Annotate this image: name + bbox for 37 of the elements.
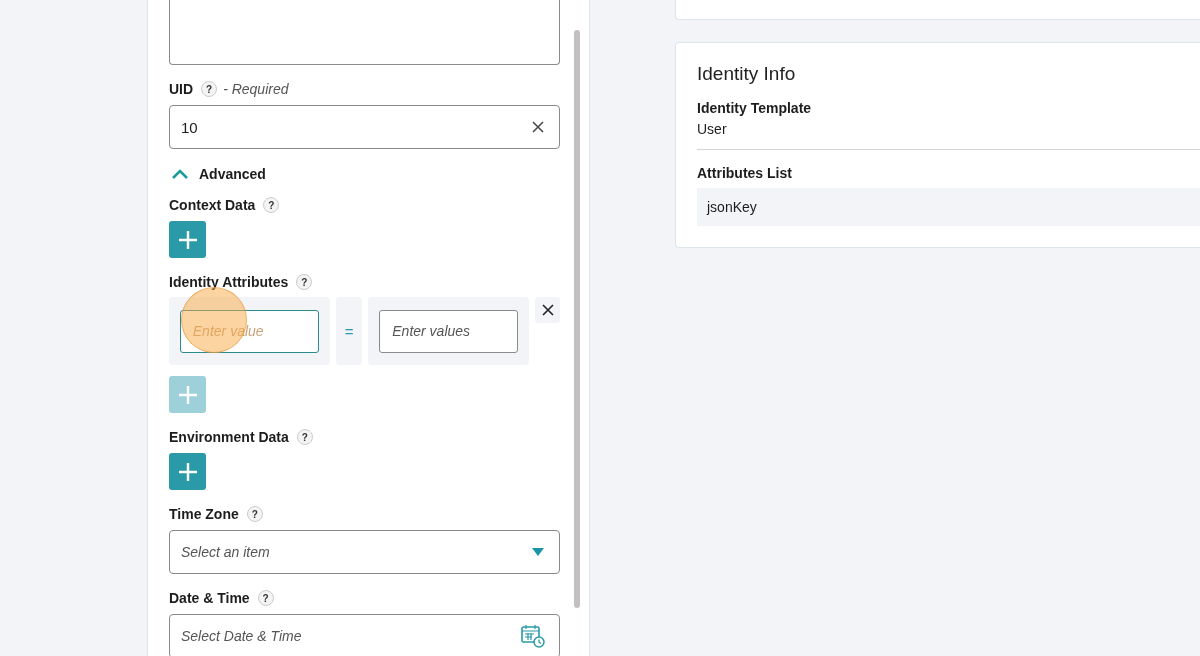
add-button[interactable]	[169, 453, 206, 490]
field-label: Time Zone	[169, 506, 239, 522]
text-area[interactable]	[169, 0, 560, 65]
time-zone-select[interactable]: Select an item	[169, 530, 560, 574]
field-label: Date & Time	[169, 590, 250, 606]
plus-icon	[177, 461, 198, 482]
field-label: Identity Attributes	[169, 274, 289, 290]
date-time-field[interactable]: Select Date & Time	[169, 614, 560, 656]
calendar-clock-icon[interactable]	[521, 624, 545, 648]
attribute-item: jsonKey	[697, 188, 1200, 226]
close-icon	[541, 304, 554, 316]
add-button[interactable]	[169, 221, 206, 258]
field-label: UID	[169, 81, 194, 97]
advanced-toggle[interactable]: Advanced	[169, 161, 266, 187]
plus-icon	[177, 384, 198, 405]
help-icon[interactable]: ?	[263, 197, 280, 213]
card-title: Identity Info	[697, 63, 797, 85]
field-label: Attributes List	[697, 165, 793, 181]
help-icon[interactable]: ?	[201, 81, 218, 97]
help-icon[interactable]: ?	[296, 429, 313, 445]
values-field[interactable]: Enter values	[379, 309, 519, 353]
clear-icon[interactable]	[531, 120, 545, 134]
chevron-icon	[171, 168, 189, 180]
help-icon[interactable]: ?	[296, 274, 313, 290]
help-icon[interactable]: ?	[246, 506, 263, 522]
scrollbar-thumb[interactable]	[574, 30, 580, 608]
field-label: Context Data	[169, 197, 256, 213]
field-value: User	[697, 121, 728, 137]
help-icon[interactable]: ?	[257, 590, 274, 606]
field-label: Environment Data	[169, 429, 289, 445]
remove-button[interactable]	[535, 297, 560, 323]
required-note: - Required	[223, 81, 289, 97]
equals-sign: =	[344, 322, 354, 340]
dropdown-arrow-icon	[531, 547, 545, 557]
uid-field[interactable]: 10	[169, 105, 560, 149]
field-label: Identity Template	[697, 100, 813, 116]
plus-icon	[177, 229, 198, 250]
